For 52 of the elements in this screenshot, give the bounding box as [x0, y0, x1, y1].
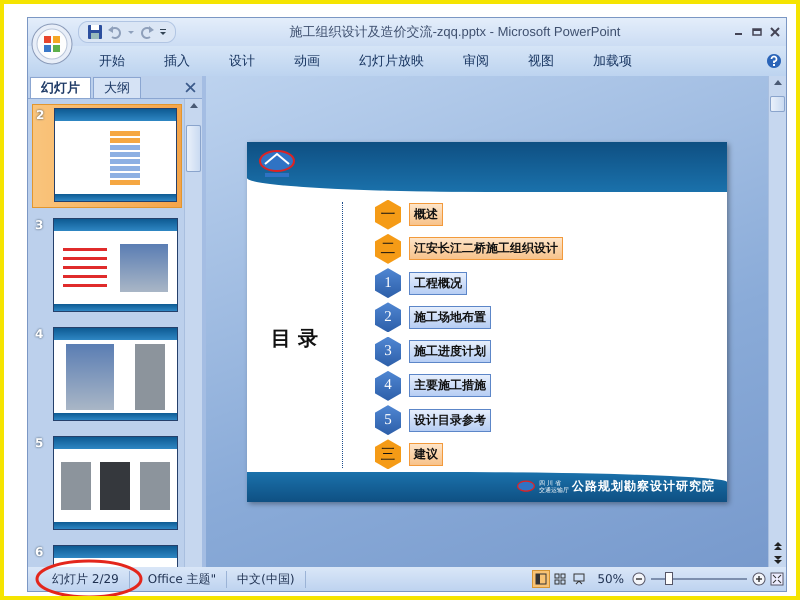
institute-name: 公路规划勘察设计研究院 — [572, 478, 715, 495]
normal-view-button[interactable] — [532, 570, 550, 588]
maximize-icon[interactable] — [752, 27, 762, 37]
theme-name: Office 主题" — [130, 570, 228, 588]
contents-entry: 概述 — [409, 203, 443, 226]
zoom-in-icon[interactable] — [752, 572, 766, 586]
contents-entry: 江安长江二桥施工组织设计 — [409, 237, 563, 260]
slide-number: 4 — [35, 327, 44, 343]
ribbon-tab[interactable]: 幻灯片放映 — [345, 52, 438, 70]
slide-number: 6 — [35, 545, 44, 561]
logo-icon — [257, 148, 297, 180]
scroll-up-icon[interactable] — [772, 78, 782, 88]
contents-entry: 设计目录参考 — [409, 408, 491, 432]
ribbon-tab[interactable]: 审阅 — [449, 52, 503, 70]
zoom-slider[interactable] — [651, 572, 747, 586]
close-icon[interactable] — [770, 27, 780, 37]
customize-menu-icon[interactable] — [159, 27, 167, 37]
language-label: 中文(中国) — [227, 570, 306, 588]
ribbon-tab[interactable]: 插入 — [150, 52, 204, 70]
ribbon-tab[interactable]: 开始 — [85, 52, 139, 70]
zoom-out-icon[interactable] — [632, 572, 646, 586]
contents-entry: 建议 — [409, 442, 443, 466]
save-icon[interactable] — [87, 24, 103, 40]
close-icon[interactable] — [185, 82, 196, 93]
slide-counter: 幻灯片 2/29 — [28, 570, 130, 588]
scrollbar[interactable] — [184, 99, 202, 567]
slide-number: 2 — [36, 108, 46, 124]
contents-entry: 主要施工措施 — [409, 374, 491, 398]
scrollbar[interactable] — [768, 76, 786, 567]
scroll-up-icon[interactable] — [188, 101, 198, 111]
slide-title: 目 录 — [270, 325, 319, 352]
contents-entry: 施工进度计划 — [409, 340, 491, 364]
ribbon-tab[interactable]: 设计 — [215, 52, 269, 70]
office-button[interactable] — [30, 22, 74, 66]
slide-number: 3 — [35, 218, 44, 234]
help-icon[interactable] — [766, 53, 782, 69]
ribbon-tab[interactable]: 加载项 — [579, 52, 646, 70]
window-title: 施工组织设计及造价交流-zqq.pptx - Microsoft PowerPoint — [288, 23, 622, 41]
slide-number: 5 — [35, 436, 44, 452]
zoom-level[interactable]: 50% — [589, 572, 630, 586]
ribbon-tab[interactable]: 视图 — [514, 52, 568, 70]
scroll-thumb[interactable] — [186, 125, 201, 172]
contents-entry: 施工场地布置 — [409, 306, 491, 329]
scroll-thumb[interactable] — [770, 96, 785, 112]
panel-tab[interactable]: 大纲 — [93, 77, 141, 98]
panel-tab[interactable]: 幻灯片 — [30, 77, 91, 98]
ribbon-tab[interactable]: 动画 — [280, 52, 334, 70]
previous-slide-icon[interactable] — [772, 541, 782, 551]
logo-icon — [516, 480, 536, 494]
contents-entry: 工程概况 — [409, 272, 467, 295]
next-slide-icon[interactable] — [772, 555, 782, 565]
fit-to-window-icon[interactable] — [770, 572, 784, 586]
